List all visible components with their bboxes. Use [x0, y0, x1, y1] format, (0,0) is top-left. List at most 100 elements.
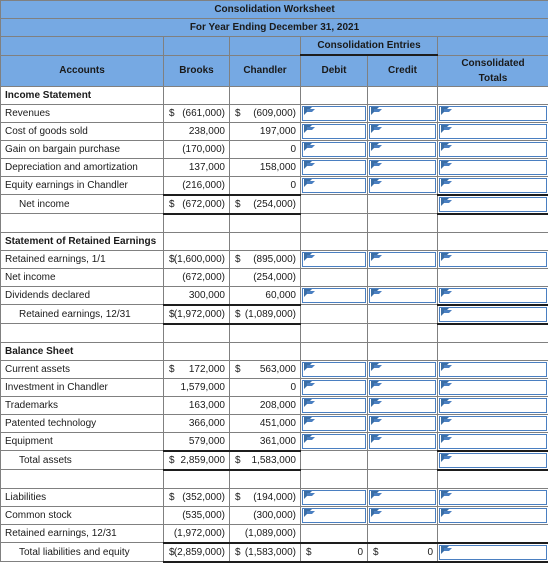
consolidated-input[interactable]	[439, 490, 547, 505]
consolidated-input-cell[interactable]	[438, 396, 548, 414]
consolidated-input-cell[interactable]	[438, 195, 548, 214]
consolidated-input[interactable]	[439, 124, 547, 139]
spacer-total	[438, 324, 548, 343]
debit-input-cell[interactable]	[301, 414, 368, 432]
credit-input-cell[interactable]	[368, 506, 438, 524]
debit-input-cell[interactable]	[301, 176, 368, 195]
credit-input[interactable]	[369, 106, 436, 121]
column-header-brooks: Brooks	[164, 55, 230, 86]
consolidated-input[interactable]	[439, 545, 547, 560]
debit-input-cell[interactable]	[301, 506, 368, 524]
consolidated-input-cell[interactable]	[438, 360, 548, 378]
credit-input[interactable]	[369, 434, 436, 449]
credit-input-cell[interactable]	[368, 176, 438, 195]
debit-input[interactable]	[302, 178, 366, 193]
credit-input-cell[interactable]	[368, 360, 438, 378]
credit-input-cell[interactable]	[368, 378, 438, 396]
table-row: Dividends declared 300,000 60,000	[1, 286, 548, 305]
credit-input[interactable]	[369, 508, 436, 523]
credit-input-cell[interactable]	[368, 396, 438, 414]
consolidated-input[interactable]	[439, 307, 547, 322]
credit-input[interactable]	[369, 288, 436, 303]
consolidated-input-cell[interactable]	[438, 543, 548, 562]
consolidated-input[interactable]	[439, 453, 547, 468]
debit-input-cell[interactable]	[301, 432, 368, 451]
consolidated-input-cell[interactable]	[438, 140, 548, 158]
credit-input[interactable]	[369, 490, 436, 505]
consolidated-input-cell[interactable]	[438, 506, 548, 524]
credit-input-cell[interactable]	[368, 432, 438, 451]
consolidated-input-cell[interactable]	[438, 488, 548, 506]
credit-input-cell[interactable]	[368, 250, 438, 268]
credit-input[interactable]	[369, 160, 436, 175]
credit-input[interactable]	[369, 398, 436, 413]
chandler-value: (254,000)	[230, 268, 301, 286]
debit-input-cell[interactable]	[301, 250, 368, 268]
spacer-debit	[301, 470, 368, 489]
consolidated-input-cell[interactable]	[438, 250, 548, 268]
debit-input-cell[interactable]	[301, 378, 368, 396]
consolidated-input[interactable]	[439, 288, 547, 303]
consolidated-input[interactable]	[439, 416, 547, 431]
credit-input[interactable]	[369, 124, 436, 139]
consolidated-input[interactable]	[439, 178, 547, 193]
consolidated-input[interactable]	[439, 252, 547, 267]
credit-input[interactable]	[369, 142, 436, 157]
consolidated-input-cell[interactable]	[438, 432, 548, 451]
debit-input[interactable]	[302, 160, 366, 175]
consolidated-input-cell[interactable]	[438, 414, 548, 432]
credit-input-cell[interactable]	[368, 488, 438, 506]
debit-input-cell[interactable]	[301, 360, 368, 378]
debit-input[interactable]	[302, 434, 366, 449]
debit-input[interactable]	[302, 508, 366, 523]
consolidated-input[interactable]	[439, 197, 547, 212]
consolidated-input[interactable]	[439, 380, 547, 395]
debit-input[interactable]	[302, 106, 366, 121]
consolidated-input-cell[interactable]	[438, 122, 548, 140]
credit-input[interactable]	[369, 380, 436, 395]
consolidated-input[interactable]	[439, 508, 547, 523]
debit-input-cell[interactable]	[301, 140, 368, 158]
debit-input[interactable]	[302, 124, 366, 139]
debit-input[interactable]	[302, 362, 366, 377]
consolidated-input[interactable]	[439, 106, 547, 121]
consolidated-input-cell[interactable]	[438, 451, 548, 470]
consolidated-input-cell[interactable]	[438, 176, 548, 195]
debit-input-cell[interactable]	[301, 286, 368, 305]
consolidated-input[interactable]	[439, 142, 547, 157]
credit-input-cell[interactable]	[368, 414, 438, 432]
credit-input-cell[interactable]	[368, 158, 438, 176]
group-spacer-consolidated	[438, 37, 548, 56]
debit-input-cell[interactable]	[301, 122, 368, 140]
debit-input[interactable]	[302, 398, 366, 413]
row-label: Investment in Chandler	[1, 378, 164, 396]
debit-input[interactable]	[302, 380, 366, 395]
credit-input-cell[interactable]	[368, 286, 438, 305]
debit-input-cell[interactable]	[301, 488, 368, 506]
credit-input[interactable]	[369, 252, 436, 267]
debit-input[interactable]	[302, 288, 366, 303]
debit-input-cell[interactable]	[301, 158, 368, 176]
debit-input[interactable]	[302, 490, 366, 505]
consolidated-input-cell[interactable]	[438, 158, 548, 176]
credit-input[interactable]	[369, 178, 436, 193]
debit-input[interactable]	[302, 416, 366, 431]
consolidated-input-cell[interactable]	[438, 305, 548, 324]
consolidated-input[interactable]	[439, 362, 547, 377]
credit-input-cell[interactable]	[368, 122, 438, 140]
consolidated-input-cell[interactable]	[438, 286, 548, 305]
debit-input-cell[interactable]	[301, 104, 368, 122]
consolidated-input-cell[interactable]	[438, 104, 548, 122]
debit-input[interactable]	[302, 142, 366, 157]
debit-input-cell[interactable]	[301, 396, 368, 414]
consolidated-input[interactable]	[439, 434, 547, 449]
credit-input-cell[interactable]	[368, 104, 438, 122]
consolidated-input-cell[interactable]	[438, 378, 548, 396]
credit-input[interactable]	[369, 362, 436, 377]
table-row: Depreciation and amortization 137,000 15…	[1, 158, 548, 176]
consolidated-input[interactable]	[439, 398, 547, 413]
consolidated-input[interactable]	[439, 160, 547, 175]
debit-input[interactable]	[302, 252, 366, 267]
credit-input-cell[interactable]	[368, 140, 438, 158]
credit-input[interactable]	[369, 416, 436, 431]
